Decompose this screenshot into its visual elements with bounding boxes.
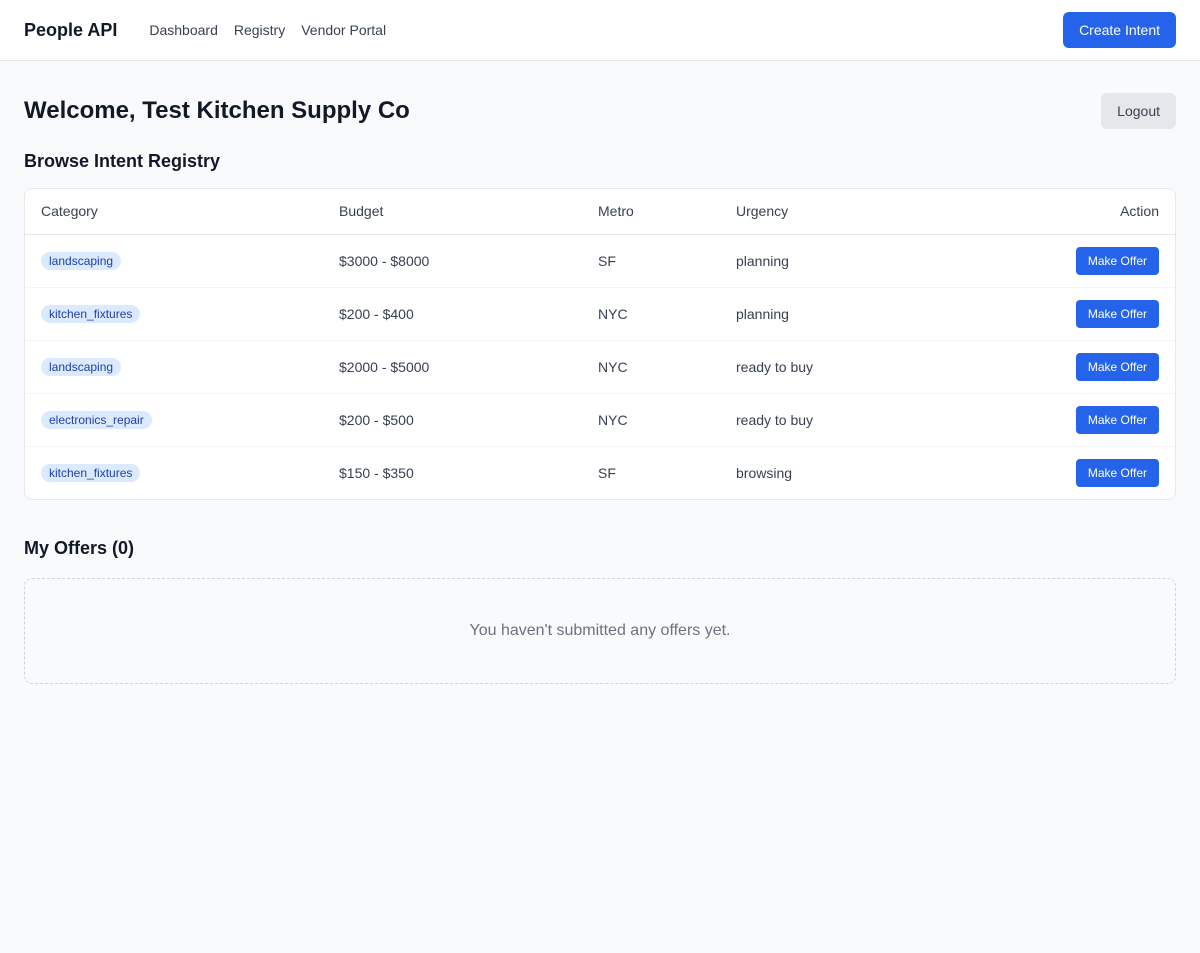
make-offer-button[interactable]: Make Offer bbox=[1075, 352, 1159, 381]
cell-category: landscaping bbox=[25, 340, 323, 394]
cell-budget: $2000 - $5000 bbox=[323, 340, 582, 394]
make-offer-button[interactable]: Make Offer bbox=[1075, 405, 1159, 434]
cell-urgency: ready to buy bbox=[720, 393, 942, 447]
column-header-budget: Budget bbox=[323, 189, 582, 235]
cell-urgency: planning bbox=[720, 234, 942, 288]
cell-action: Make Offer bbox=[941, 287, 1175, 341]
category-tag: kitchen_fixtures bbox=[41, 463, 141, 482]
brand-logo[interactable]: People API bbox=[24, 20, 117, 41]
cell-urgency: ready to buy bbox=[720, 340, 942, 394]
cell-action: Make Offer bbox=[941, 446, 1175, 499]
offers-section-title: My Offers (0) bbox=[24, 538, 135, 558]
offers-empty-state: You haven't submitted any offers yet. bbox=[24, 578, 1176, 684]
cell-urgency: planning bbox=[720, 287, 942, 341]
table-row: kitchen_fixtures $150 - $350 SF browsing… bbox=[25, 446, 1175, 499]
table-row: electronics_repair $200 - $500 NYC ready… bbox=[25, 393, 1175, 447]
column-header-category: Category bbox=[25, 189, 323, 235]
cell-category: electronics_repair bbox=[25, 393, 323, 447]
create-intent-button[interactable]: Create Intent bbox=[1063, 12, 1176, 48]
category-tag: landscaping bbox=[41, 357, 122, 376]
column-header-urgency: Urgency bbox=[720, 189, 942, 235]
registry-section-title: Browse Intent Registry bbox=[24, 151, 221, 171]
cell-budget: $200 - $500 bbox=[323, 393, 582, 447]
table-row: landscaping $2000 - $5000 NYC ready to b… bbox=[25, 340, 1175, 394]
main-content: Welcome, Test Kitchen Supply Co Logout B… bbox=[0, 93, 1200, 684]
category-tag: kitchen_fixtures bbox=[41, 304, 141, 323]
make-offer-button[interactable]: Make Offer bbox=[1075, 458, 1159, 487]
cell-budget: $150 - $350 bbox=[339, 464, 414, 481]
cell-urgency: browsing bbox=[736, 464, 793, 481]
top-navbar: People API Dashboard Registry Vendor Por… bbox=[0, 0, 1200, 61]
registry-table-card: Category Budget Metro Urgency Action lan… bbox=[24, 188, 1176, 500]
cell-metro: NYC bbox=[582, 393, 720, 447]
make-offer-button[interactable]: Make Offer bbox=[1075, 246, 1159, 275]
cell-action: Make Offer bbox=[941, 340, 1175, 394]
table-row: kitchen_fixtures $200 - $400 NYC plannin… bbox=[25, 287, 1175, 341]
make-offer-button[interactable]: Make Offer bbox=[1075, 299, 1159, 328]
nav-link-vendor-portal[interactable]: Vendor Portal bbox=[301, 22, 386, 38]
cell-category: kitchen_fixtures bbox=[25, 446, 323, 499]
logout-button[interactable]: Logout bbox=[1101, 93, 1176, 129]
cell-action: Make Offer bbox=[941, 234, 1175, 288]
cell-action: Make Offer bbox=[941, 393, 1175, 447]
column-header-action: Action bbox=[941, 189, 1175, 235]
registry-table: Category Budget Metro Urgency Action lan… bbox=[25, 189, 1175, 499]
column-header-metro: Metro bbox=[582, 189, 720, 235]
category-tag: electronics_repair bbox=[41, 410, 152, 429]
table-row: landscaping $3000 - $8000 SF planning Ma… bbox=[25, 234, 1175, 288]
cell-metro: SF bbox=[582, 234, 720, 288]
cell-metro: NYC bbox=[582, 287, 720, 341]
nav-link-dashboard[interactable]: Dashboard bbox=[149, 22, 218, 38]
table-header-row: Category Budget Metro Urgency Action bbox=[25, 189, 1175, 235]
cell-metro: NYC bbox=[582, 340, 720, 394]
nav-link-registry[interactable]: Registry bbox=[234, 22, 285, 38]
empty-state-message: You haven't submitted any offers yet. bbox=[469, 622, 731, 639]
main-nav: Dashboard Registry Vendor Portal bbox=[149, 22, 386, 38]
cell-category: kitchen_fixtures bbox=[25, 287, 323, 341]
cell-budget: $200 - $400 bbox=[323, 287, 582, 341]
cell-metro: SF bbox=[598, 464, 616, 481]
cell-budget: $3000 - $8000 bbox=[323, 234, 582, 288]
category-tag: landscaping bbox=[41, 251, 122, 270]
page-title: Welcome, Test Kitchen Supply Co bbox=[24, 97, 410, 124]
welcome-row: Welcome, Test Kitchen Supply Co Logout bbox=[24, 93, 1176, 129]
cell-category: landscaping bbox=[25, 234, 323, 288]
